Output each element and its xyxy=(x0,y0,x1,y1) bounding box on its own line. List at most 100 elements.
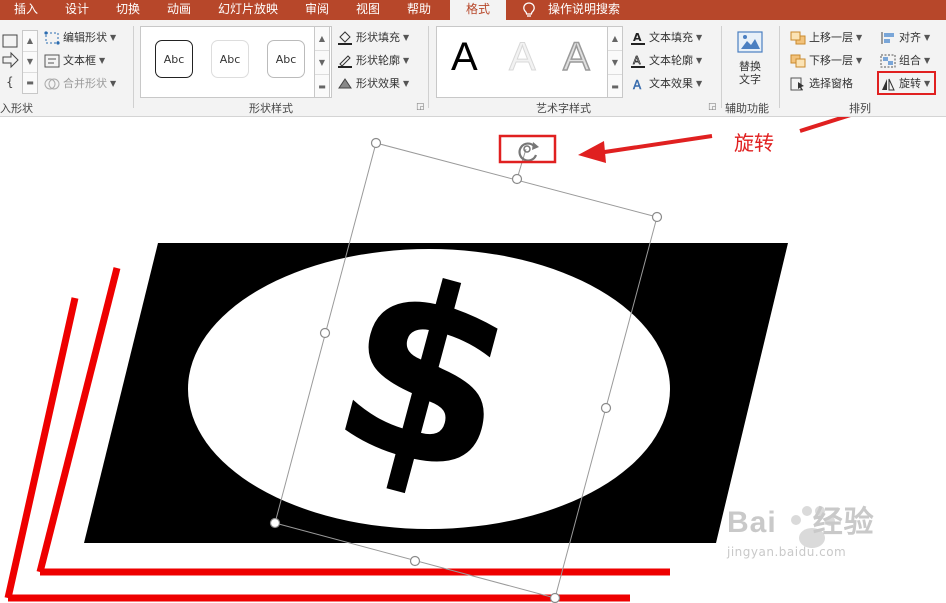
text-outline-icon: A xyxy=(631,54,645,68)
group-icon xyxy=(880,54,896,68)
shape-outline-label: 形状轮廓 xyxy=(356,54,400,67)
rotate-handle-icon[interactable] xyxy=(518,142,539,162)
chevron-down-icon: ▼ xyxy=(99,56,106,65)
chevron-down-icon: ▼ xyxy=(696,79,703,88)
resize-handle[interactable] xyxy=(370,137,382,149)
wordart-gallery-scroll[interactable]: ▲ ▼ ▬ xyxy=(607,26,623,98)
tab-help[interactable]: 帮助 xyxy=(407,0,437,20)
shape-gallery-icon[interactable]: { xyxy=(2,34,20,92)
resize-handle[interactable] xyxy=(409,555,421,567)
tab-transitions[interactable]: 切换 xyxy=(116,0,146,20)
group-divider xyxy=(428,26,429,108)
chevron-down-icon: ▼ xyxy=(110,33,117,42)
baidu-watermark: Bai 经验 jingyan.baidu.com xyxy=(727,497,875,559)
chevron-down-icon: ▼ xyxy=(403,56,410,65)
tell-me-search[interactable]: 操作说明搜索 xyxy=(548,0,638,20)
resize-handle[interactable] xyxy=(600,402,612,414)
ribbon-tab-bar: 插入 设计 切换 动画 幻灯片放映 审阅 视图 帮助 格式 操作说明搜索 xyxy=(0,0,946,20)
shape-style-sample[interactable]: Abc xyxy=(155,40,193,78)
resize-handle[interactable] xyxy=(511,173,523,185)
text-box-icon xyxy=(44,54,60,68)
group-divider xyxy=(779,26,780,108)
text-box-button[interactable]: 文本框 ▼ xyxy=(44,51,105,71)
bring-forward-icon xyxy=(790,31,806,45)
group-button[interactable]: 组合 ▼ xyxy=(880,51,930,71)
group-label-shape-styles: 形状样式 xyxy=(249,102,293,115)
tab-view[interactable]: 视图 xyxy=(356,0,386,20)
tab-animations[interactable]: 动画 xyxy=(167,0,197,20)
resize-handle[interactable] xyxy=(319,327,331,339)
wordart-sample-outline[interactable]: A xyxy=(562,34,590,80)
format-ribbon: { ▲ ▼ ▬ 编辑形状 ▼ 文本框 ▼ 合并形状 ▼ 入形状 Abc Abc Abc ▲… xyxy=(0,20,946,117)
wordart-sample-light[interactable]: A xyxy=(509,35,537,80)
chevron-down-icon: ▼ xyxy=(856,56,863,65)
shape-gallery-scroll[interactable]: ▲ ▼ ▬ xyxy=(22,30,38,94)
send-backward-button[interactable]: 下移一层 ▼ xyxy=(790,51,862,71)
dialog-launcher-icon[interactable]: ◲ xyxy=(416,102,425,112)
chevron-down-icon: ▼ xyxy=(403,79,410,88)
watermark-url: jingyan.baidu.com xyxy=(727,545,847,559)
tab-design[interactable]: 设计 xyxy=(65,0,95,20)
send-backward-icon xyxy=(790,54,806,68)
group-label-insert-shapes: 入形状 xyxy=(0,102,33,115)
alt-text-label-line2: 文字 xyxy=(739,73,761,86)
merge-shapes-button[interactable]: 合并形状 ▼ xyxy=(44,74,116,94)
shape-effects-button[interactable]: 形状效果 ▼ xyxy=(337,74,409,94)
annotation-arrow-to-handle xyxy=(578,134,713,163)
selection-pane-icon xyxy=(790,77,804,91)
dialog-launcher-icon[interactable]: ◲ xyxy=(708,102,717,112)
align-button[interactable]: 对齐 ▼ xyxy=(880,28,930,48)
align-icon xyxy=(881,32,894,44)
paint-bucket-icon xyxy=(338,31,352,45)
shape-style-gallery-scroll[interactable]: ▲ ▼ ▬ xyxy=(314,26,330,98)
chevron-down-icon: ▼ xyxy=(110,79,117,88)
rotate-handle-highlight xyxy=(498,134,557,164)
lightbulb-icon xyxy=(523,2,535,17)
wordart-style-gallery: A A A xyxy=(436,26,608,98)
selection-pane-label: 选择窗格 xyxy=(809,77,853,90)
text-outline-label: 文本轮廓 xyxy=(649,54,693,67)
text-fill-button[interactable]: A 文本填充 ▼ xyxy=(630,28,702,48)
selection-pane-button[interactable]: 选择窗格 xyxy=(790,74,853,94)
group-divider xyxy=(133,26,134,108)
shape-fill-button[interactable]: 形状填充 ▼ xyxy=(337,28,409,48)
watermark-brand-suffix: 经验 xyxy=(812,506,875,539)
text-outline-button[interactable]: A 文本轮廓 ▼ xyxy=(630,51,702,71)
tab-insert[interactable]: 插入 xyxy=(14,0,44,20)
resize-handle[interactable] xyxy=(269,517,281,529)
shape-style-gallery: Abc Abc Abc xyxy=(140,26,332,98)
resize-handle[interactable] xyxy=(651,211,663,223)
text-box-label: 文本框 xyxy=(63,54,96,67)
alt-text-button[interactable]: 替换 文字 xyxy=(731,30,769,94)
resize-handle[interactable] xyxy=(549,592,561,603)
tab-slideshow[interactable]: 幻灯片放映 xyxy=(218,0,284,20)
chevron-down-icon: ▼ xyxy=(856,33,863,42)
edit-shape-button[interactable]: 编辑形状 ▼ xyxy=(44,28,116,48)
group-label-accessibility: 辅助功能 xyxy=(725,102,769,115)
text-effects-label: 文本效果 xyxy=(649,77,693,90)
send-backward-label: 下移一层 xyxy=(809,54,853,67)
alt-text-icon xyxy=(737,31,763,53)
svg-text:A: A xyxy=(633,31,642,44)
tab-review[interactable]: 审阅 xyxy=(305,0,335,20)
shape-outline-button[interactable]: 形状轮廓 ▼ xyxy=(337,51,409,71)
chevron-down-icon: ▼ xyxy=(924,33,931,42)
align-label: 对齐 xyxy=(899,31,921,44)
annotation-label-rotate: 旋转 xyxy=(734,131,774,155)
chevron-down-icon: ▼ xyxy=(696,33,703,42)
shape-effects-icon xyxy=(338,78,352,89)
shape-style-sample[interactable]: Abc xyxy=(211,40,249,78)
wordart-sample-solid[interactable]: A xyxy=(451,35,478,80)
rotate-button-highlight xyxy=(877,71,936,95)
edit-shape-icon xyxy=(44,31,60,45)
group-label-arrange: 排列 xyxy=(849,102,871,115)
bring-forward-label: 上移一层 xyxy=(809,31,853,44)
tab-format[interactable]: 格式 xyxy=(450,0,506,20)
shape-style-sample[interactable]: Abc xyxy=(267,40,305,78)
svg-text:A: A xyxy=(633,54,641,67)
group-label-wordart-styles: 艺术字样式 xyxy=(536,102,591,115)
merge-shapes-icon xyxy=(44,78,60,90)
shape-fill-label: 形状填充 xyxy=(356,31,400,44)
text-effects-button[interactable]: A 文本效果 ▼ xyxy=(630,74,702,94)
bring-forward-button[interactable]: 上移一层 ▼ xyxy=(790,28,862,48)
